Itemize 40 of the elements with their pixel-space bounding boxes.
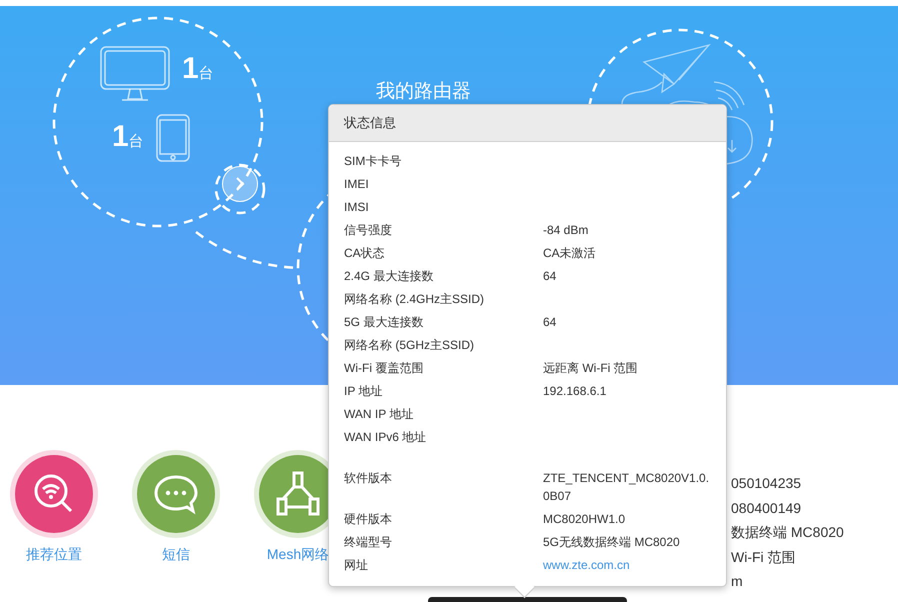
status-value: 192.168.6.1 <box>543 382 608 400</box>
website-link[interactable]: www.zte.com.cn <box>543 556 713 574</box>
status-label: IP 地址 <box>344 382 384 400</box>
next-button[interactable] <box>222 166 258 202</box>
status-label: 2.4G 最大连接数 <box>344 268 434 284</box>
status-label: 网址 <box>344 556 369 574</box>
device-count: 1台 <box>182 52 214 86</box>
router-title: 我的路由器 <box>376 80 471 104</box>
status-label: IMSI <box>344 198 370 216</box>
status-label: 网络名称 (5GHz主SSID) <box>344 336 476 354</box>
status-value: 5G无线数据终端 MC8020 <box>543 534 681 550</box>
status-label: 网络名称 (2.4GHz主SSID) <box>344 290 486 308</box>
status-label: CA状态 <box>344 244 386 262</box>
status-value: 64 <box>543 268 558 284</box>
info-value: 数据终端 MC8020 <box>731 523 844 542</box>
phone-icon <box>156 114 190 162</box>
status-value: CA未激活 <box>543 244 597 262</box>
popup-title: 状态信息 <box>329 105 726 142</box>
status-value: MC8020HW1.0 <box>543 510 626 528</box>
status-label: 信号强度 <box>344 222 393 238</box>
info-value: Wi-Fi 范围 <box>731 548 796 566</box>
status-label: 5G 最大连接数 <box>344 314 424 330</box>
status-value: 远距离 Wi-Fi 范围 <box>543 360 639 376</box>
status-label: 软件版本 <box>344 470 393 486</box>
status-label: Wi-Fi 覆盖范围 <box>344 360 424 376</box>
status-value: ZTE_TENCENT_MC8020V1.0.0B07 <box>543 470 710 504</box>
device-count: 1台 <box>112 120 144 154</box>
info-value: 050104235 <box>731 474 802 493</box>
status-label: WAN IP 地址 <box>344 406 414 422</box>
chevron-right-icon <box>234 177 246 191</box>
status-value: -84 dBm <box>543 222 590 238</box>
status-label: SIM卡卡号 <box>344 152 402 170</box>
status-label: IMEI <box>344 176 370 192</box>
status-label: 终端型号 <box>344 534 393 550</box>
status-value: 64 <box>543 314 558 330</box>
monitor-icon <box>100 46 170 102</box>
status-label: WAN IPv6 地址 <box>344 428 428 446</box>
info-value: m <box>731 572 743 591</box>
status-label: 硬件版本 <box>344 510 393 528</box>
info-value: 080400149 <box>731 498 802 518</box>
